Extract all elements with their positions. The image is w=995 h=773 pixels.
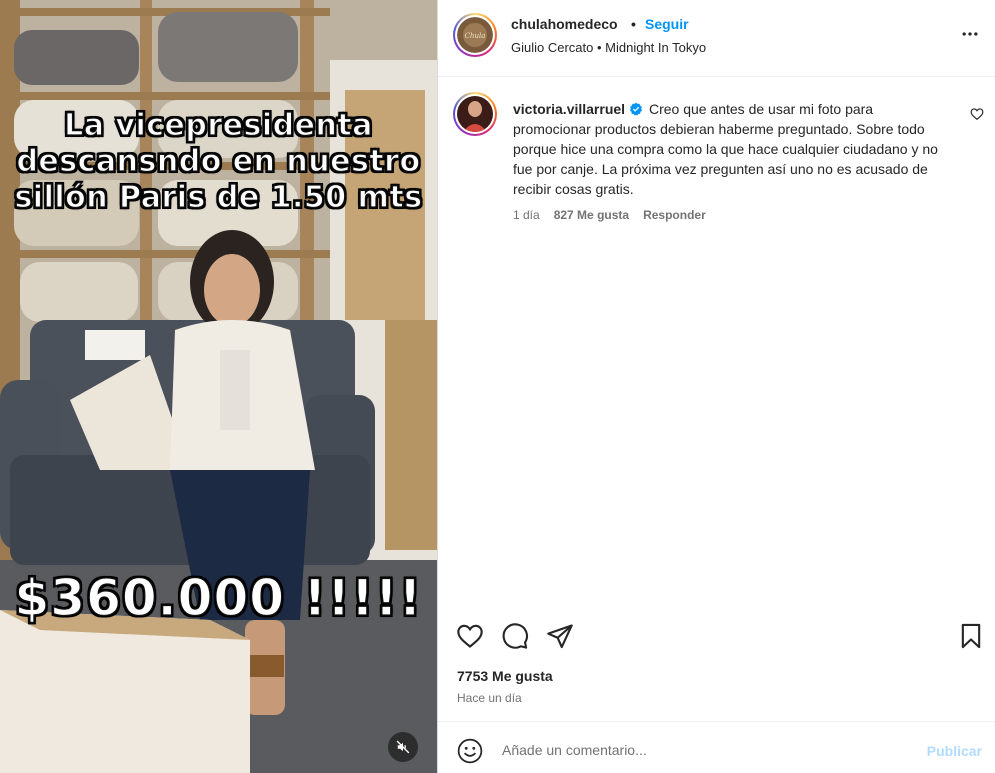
share-send-icon[interactable]	[546, 622, 574, 650]
caption-line: La vicepresidenta	[63, 107, 373, 143]
caption-line: sillón Paris de 1.50 mts	[14, 179, 423, 215]
mute-button[interactable]	[388, 732, 418, 762]
comment-meta: 1 día 827 Me gusta Responder	[513, 208, 706, 222]
post-actions-bar	[438, 618, 995, 654]
price-overlay: $360.000 !!!!!	[14, 568, 423, 627]
comment-age: 1 día	[513, 208, 540, 222]
comment-composer: Publicar	[438, 721, 995, 773]
more-options-icon[interactable]	[960, 24, 980, 44]
publish-button[interactable]: Publicar	[927, 743, 982, 759]
like-heart-icon[interactable]	[456, 622, 484, 650]
comment-bubble-icon[interactable]	[501, 622, 529, 650]
separator-dot: •	[631, 16, 636, 32]
commenter-avatar-photo	[457, 96, 493, 132]
post-media[interactable]: La vicepresidenta descansndo en nuestro …	[0, 0, 437, 773]
speaker-muted-icon	[396, 740, 410, 754]
author-username-link[interactable]: chulahomedeco	[511, 16, 618, 32]
post-timestamp: Hace un día	[457, 691, 522, 705]
follow-button[interactable]: Seguir	[645, 16, 689, 32]
audio-track-link[interactable]: Giulio Cercato • Midnight In Tokyo	[511, 40, 706, 55]
caption-line: descansndo en nuestro	[16, 143, 421, 179]
author-avatar[interactable]: Chula	[453, 13, 497, 57]
brand-logo-avatar: Chula	[457, 17, 493, 53]
commenter-avatar[interactable]	[453, 92, 497, 136]
save-bookmark-icon[interactable]	[957, 622, 985, 650]
commenter-username-link[interactable]: victoria.villarruel	[513, 101, 625, 117]
svg-text:Chula: Chula	[465, 32, 486, 40]
comment-likes-link[interactable]: 827 Me gusta	[554, 208, 629, 222]
comment-heart-icon[interactable]	[970, 107, 984, 121]
emoji-icon[interactable]	[457, 738, 483, 764]
media-caption-overlay: La vicepresidenta descansndo en nuestro …	[0, 107, 437, 216]
reply-button[interactable]: Responder	[643, 208, 706, 222]
verified-badge-icon	[629, 102, 643, 116]
post-side-panel: Chula chulahomedeco • Seguir Giulio Cerc…	[437, 0, 995, 773]
comment-body: victoria.villarruel Creo que antes de us…	[513, 99, 953, 199]
post-header: Chula chulahomedeco • Seguir Giulio Cerc…	[438, 0, 995, 77]
comment-input[interactable]	[502, 742, 902, 758]
post-likes-count[interactable]: 7753 Me gusta	[457, 668, 553, 684]
